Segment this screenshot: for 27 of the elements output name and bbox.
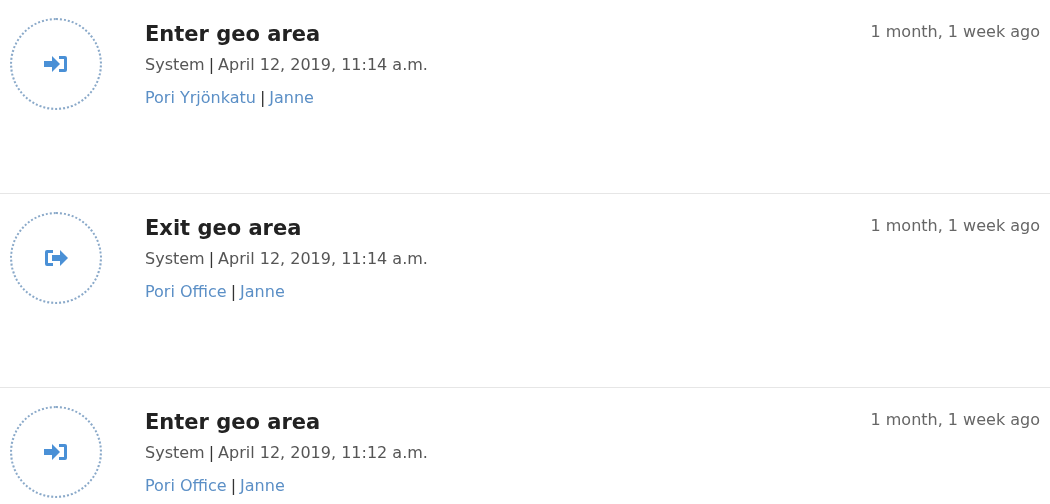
event-title: Enter geo area: [145, 409, 322, 436]
event-time: 1 month, 1 week ago: [870, 409, 1040, 429]
place-link[interactable]: Pori Yrjönkatu: [145, 88, 256, 107]
event-title: Enter geo area: [145, 21, 322, 48]
separator: |: [259, 88, 266, 107]
sign-out-icon: [43, 248, 69, 268]
user-link[interactable]: Janne: [240, 282, 285, 301]
user-link[interactable]: Janne: [240, 476, 285, 495]
separator: |: [208, 55, 215, 74]
event-time: 1 month, 1 week ago: [870, 215, 1040, 235]
separator: |: [208, 443, 215, 462]
sign-in-icon: [43, 54, 69, 74]
event-time: 1 month, 1 week ago: [870, 21, 1040, 41]
separator: |: [230, 282, 237, 301]
event-date: April 12, 2019, 11:14 a.m.: [218, 55, 428, 74]
user-link[interactable]: Janne: [269, 88, 314, 107]
place-link[interactable]: Pori Office: [145, 282, 227, 301]
event-title: Exit geo area: [145, 215, 303, 242]
event-source: System: [145, 249, 205, 268]
separator: |: [230, 476, 237, 495]
separator: |: [208, 249, 215, 268]
event-source: System: [145, 443, 205, 462]
event-source: System: [145, 55, 205, 74]
place-link[interactable]: Pori Office: [145, 476, 227, 495]
event-date: April 12, 2019, 11:14 a.m.: [218, 249, 428, 268]
sign-in-icon: [43, 442, 69, 462]
event-date: April 12, 2019, 11:12 a.m.: [218, 443, 428, 462]
